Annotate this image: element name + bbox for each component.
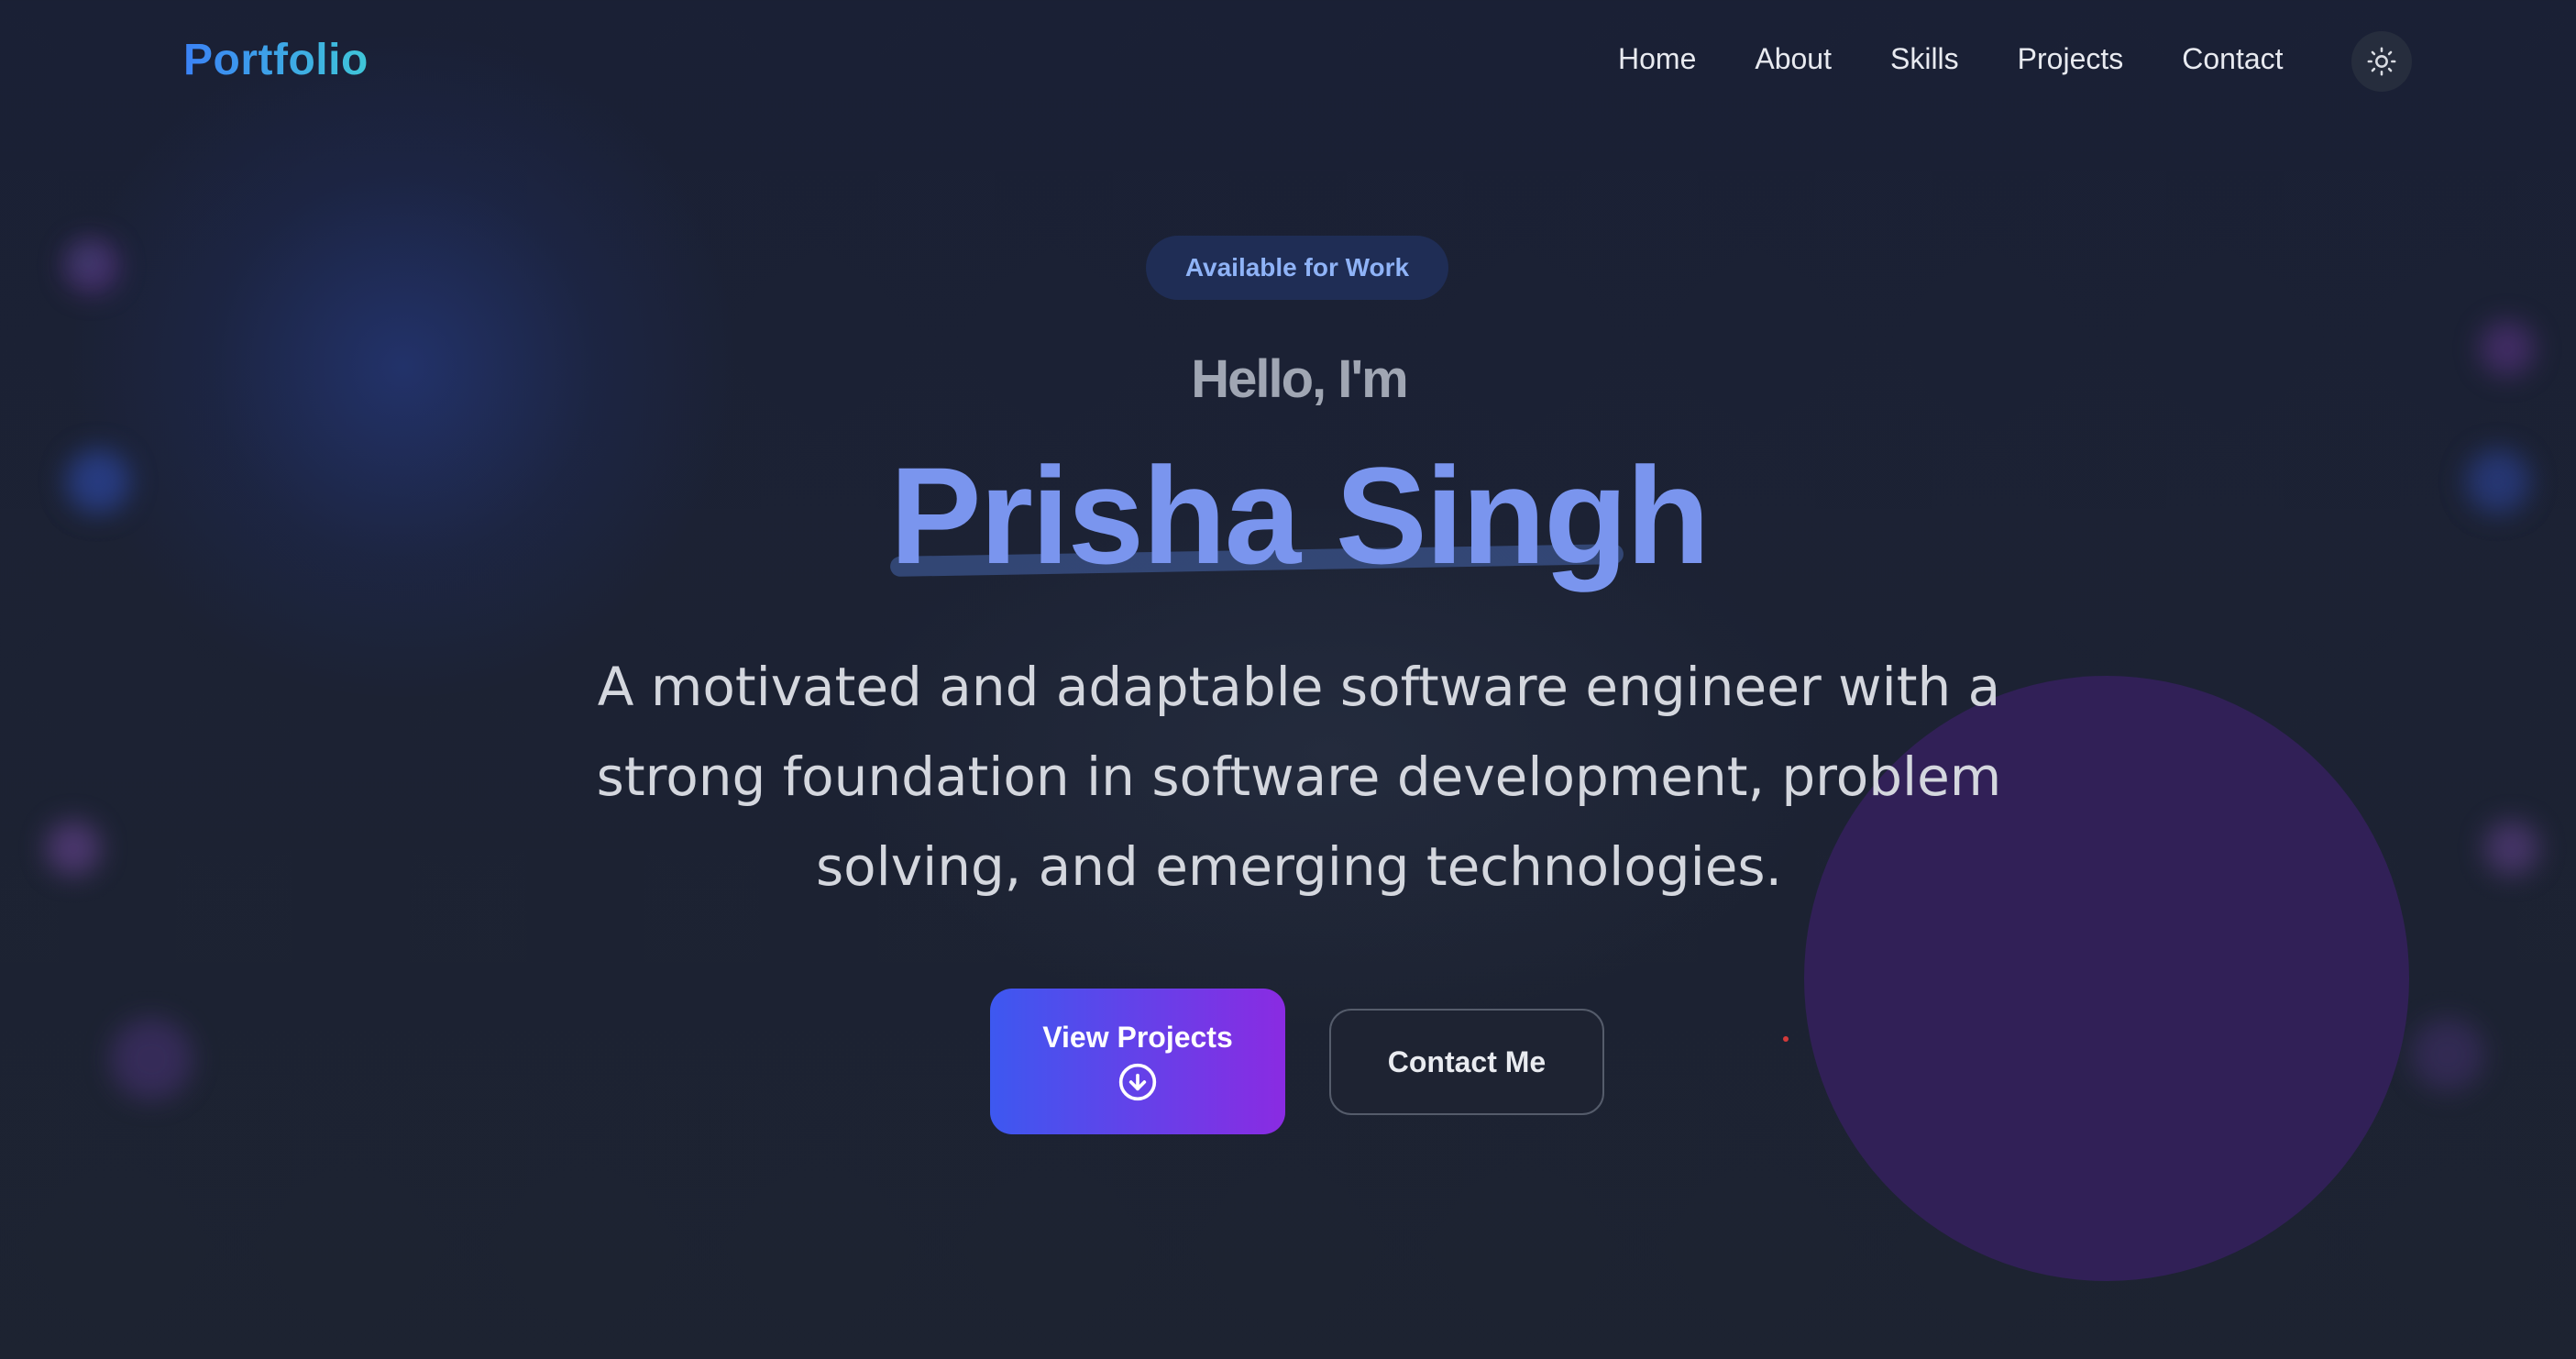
hero-greeting: Hello, I'm [1191, 349, 1409, 409]
hero-name-wrap: Prisha Singh [0, 440, 2576, 591]
hero-name: Prisha Singh [889, 438, 1711, 592]
hero-name-text: Prisha Singh [889, 438, 1711, 592]
contact-me-button[interactable]: Contact Me [1329, 1009, 1604, 1115]
availability-badge: Available for Work [1146, 236, 1448, 300]
hero-tagline: A motivated and adaptable software engin… [596, 656, 2002, 898]
view-projects-button[interactable]: View Projects [990, 989, 1285, 1134]
arrow-down-circle-icon [1118, 1063, 1157, 1101]
view-projects-label: View Projects [1042, 1021, 1233, 1054]
hero-section: Available for Work Hello, I'm Prisha Sin… [0, 0, 2576, 1359]
